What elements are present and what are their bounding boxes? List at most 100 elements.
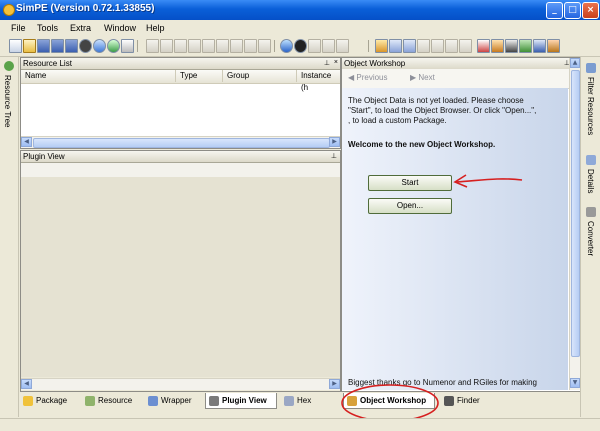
doc-icon[interactable]	[389, 39, 402, 53]
scroll-up-icon[interactable]: ▲	[570, 58, 580, 68]
tab-wrapper[interactable]: Wrapper	[145, 393, 201, 409]
details-icon	[586, 155, 596, 165]
scroll-right-icon[interactable]: ▶	[329, 137, 340, 147]
tab-converter[interactable]: Converter	[586, 221, 595, 256]
object-workshop-pane: Object Workshop ⊥ × ◀ Previous ▶ Next Th…	[341, 57, 581, 392]
converter-icon	[586, 207, 596, 217]
welcome-text: Welcome to the new Object Workshop.	[348, 140, 496, 149]
tab-hex[interactable]: Hex	[281, 393, 321, 409]
save-all-icon[interactable]	[65, 39, 78, 53]
workshop-nav-bar: ◀ Previous ▶ Next	[342, 69, 580, 89]
previous-button[interactable]: ◀ Previous	[348, 73, 388, 82]
doc-icon[interactable]	[230, 39, 243, 53]
info-line-2: "Start", to load the Object Browser. Or …	[348, 106, 537, 115]
column-group[interactable]: Group	[223, 70, 297, 82]
plugin-view-title: Plugin View	[23, 152, 65, 161]
start-button[interactable]: Start	[368, 175, 452, 191]
refresh-icon[interactable]	[280, 39, 293, 53]
scroll-thumb[interactable]	[33, 138, 330, 148]
tab-finder-label: Finder	[457, 396, 480, 405]
window-title: SimPE (Version 0.72.1.33855)	[16, 3, 155, 14]
save-icon[interactable]	[37, 39, 50, 53]
tab-filter-resources[interactable]: Filter Resources	[586, 77, 595, 135]
new-icon[interactable]	[9, 39, 22, 53]
tab-resource-tree[interactable]: Resource Tree	[3, 75, 12, 127]
menu-bar: File Tools Extra Window Help	[0, 20, 600, 36]
doc-icon[interactable]	[146, 39, 159, 53]
doc-icon[interactable]	[244, 39, 257, 53]
tab-resource[interactable]: Resource	[82, 393, 142, 409]
plugin-view-header: Plugin View ⊥	[21, 151, 340, 163]
tab-plugin-view[interactable]: Plugin View	[205, 393, 277, 409]
tag-icon[interactable]	[336, 39, 349, 53]
app-icon	[3, 4, 15, 16]
scissors-icon[interactable]	[477, 39, 490, 53]
tab-finder[interactable]: Finder	[441, 393, 487, 409]
maximize-button[interactable]: □	[564, 2, 581, 19]
plugin-view-pane: Plugin View ⊥ ◀ ▶	[20, 150, 341, 392]
menu-tools[interactable]: Tools	[37, 23, 58, 33]
scroll-left-icon[interactable]: ◀	[21, 137, 32, 147]
toolbar-separator	[368, 40, 369, 52]
tab-plugin-view-label: Plugin View	[222, 396, 267, 405]
filter-icon	[586, 63, 596, 73]
doc-icon[interactable]	[403, 39, 416, 53]
column-name[interactable]: Name	[21, 70, 176, 82]
doc-icon[interactable]	[202, 39, 215, 53]
menu-extra[interactable]: Extra	[70, 23, 91, 33]
plugin-view-blank-row	[21, 163, 340, 178]
workshop-vscrollbar[interactable]: ▲ ▼	[569, 58, 580, 390]
camera-icon[interactable]	[505, 39, 518, 53]
pin-icon[interactable]: ⊥	[331, 152, 337, 160]
doc-icon[interactable]	[445, 39, 458, 53]
doc-icon[interactable]	[431, 39, 444, 53]
column-instance[interactable]: Instance (h	[297, 70, 340, 92]
bell-icon[interactable]	[294, 39, 307, 53]
resource-list-header: Resource List ⊥ ×	[21, 58, 340, 70]
previous-label: Previous	[356, 73, 388, 82]
tools-icon[interactable]	[491, 39, 504, 53]
menu-help[interactable]: Help	[146, 23, 165, 33]
column-type[interactable]: Type	[176, 70, 223, 82]
scroll-thumb[interactable]	[571, 70, 580, 357]
close-icon[interactable]	[79, 39, 92, 53]
close-icon[interactable]: ×	[334, 59, 338, 66]
tab-details[interactable]: Details	[586, 169, 595, 193]
save-as-icon[interactable]	[51, 39, 64, 53]
menu-file[interactable]: File	[11, 23, 26, 33]
wrapper-icon	[148, 396, 158, 406]
resource-tree-icon	[4, 61, 14, 71]
tab-package[interactable]: Package	[20, 393, 78, 409]
open-icon[interactable]	[23, 39, 36, 53]
globe-icon[interactable]	[93, 39, 106, 53]
doc-icon[interactable]	[188, 39, 201, 53]
help-icon[interactable]	[547, 39, 560, 53]
user-icon[interactable]	[519, 39, 532, 53]
doc-icon[interactable]	[216, 39, 229, 53]
copy-icon[interactable]	[308, 39, 321, 53]
open-button[interactable]: Open...	[368, 198, 452, 214]
doc-icon[interactable]	[459, 39, 472, 53]
scroll-down-icon[interactable]: ▼	[570, 378, 580, 388]
search-icon[interactable]	[121, 39, 134, 53]
tab-wrapper-label: Wrapper	[161, 396, 192, 405]
pin-icon[interactable]: ⊥	[324, 59, 330, 67]
doc-icon[interactable]	[417, 39, 430, 53]
menu-window[interactable]: Window	[104, 23, 136, 33]
plugin-view-content	[21, 177, 340, 377]
scroll-left-icon[interactable]: ◀	[21, 379, 32, 389]
gear-icon[interactable]	[107, 39, 120, 53]
plugin-view-hscrollbar[interactable]: ◀ ▶	[21, 378, 340, 390]
people-icon[interactable]	[533, 39, 546, 53]
toolbar	[0, 36, 600, 57]
close-button[interactable]: ×	[582, 2, 599, 19]
next-button[interactable]: ▶ Next	[410, 73, 435, 82]
delete-icon[interactable]	[322, 39, 335, 53]
package-icon	[23, 396, 33, 406]
resource-list-hscrollbar[interactable]: ◀ ▶	[21, 136, 340, 148]
minimize-button[interactable]: _	[546, 2, 563, 19]
folder-icon[interactable]	[174, 39, 187, 53]
package-icon[interactable]	[375, 39, 388, 53]
doc-icon[interactable]	[258, 39, 271, 53]
doc-icon[interactable]	[160, 39, 173, 53]
